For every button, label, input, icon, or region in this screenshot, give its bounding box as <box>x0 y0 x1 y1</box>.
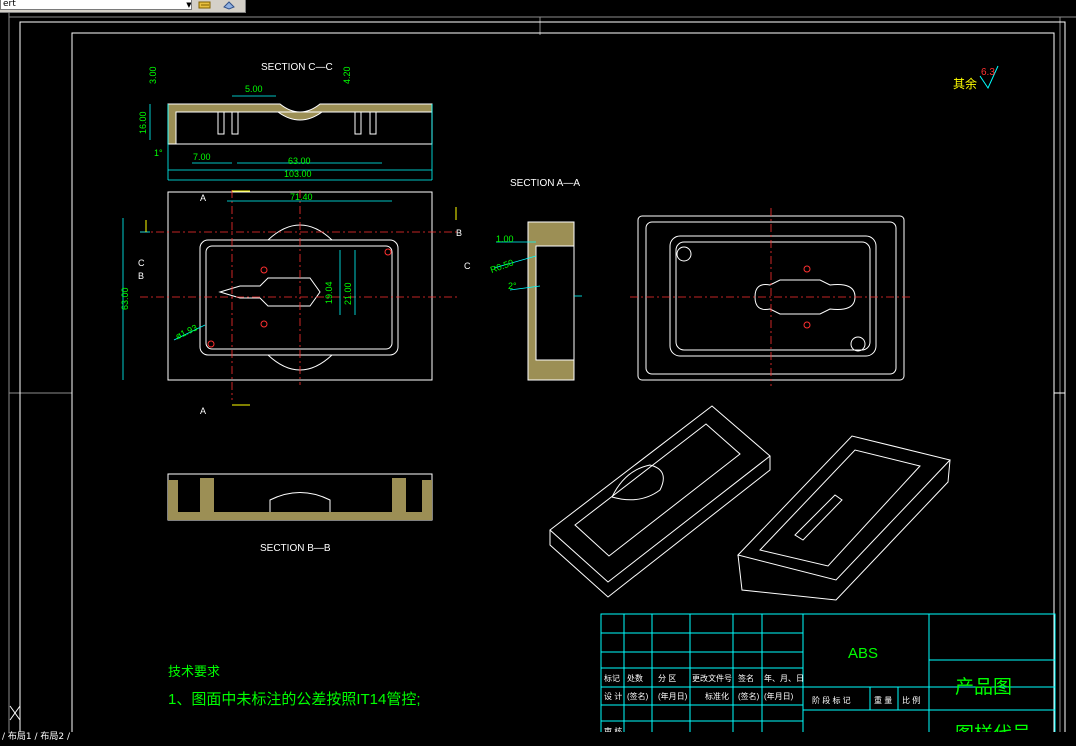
dim-1deg: 1° <box>154 148 163 158</box>
drawing-viewport[interactable]: SECTION C—C 3.00 5.00 4.20 16.00 7.00 63… <box>0 12 1076 746</box>
tb-design-col-4: 标准化 <box>705 691 729 701</box>
dim-1-00: 1.00 <box>496 234 514 244</box>
tb-mark-col-6: 年、月、日 <box>764 673 804 683</box>
dim-3-00: 3.00 <box>148 66 158 84</box>
dim-63-00: 63.00 <box>288 156 311 166</box>
plan-view: 71.40 63.00 19.04 21.00 ø1.93 A A C B B … <box>120 190 471 416</box>
layer-dropdown[interactable]: ert ▼ <box>0 0 192 10</box>
dim-4-20: 4.20 <box>342 66 352 84</box>
tb-design-col-2: (签名) <box>627 691 649 701</box>
tb-mark-col-5: 签名 <box>738 673 754 683</box>
top-view-right <box>630 208 912 386</box>
cut-label-b-left: B <box>138 271 144 281</box>
layout-tabs-text: / 布局1 / 布局2 / <box>2 732 70 742</box>
dim-dia-1-93: ø1.93 <box>174 323 199 342</box>
section-cc-title: SECTION C—C <box>261 62 333 73</box>
drawing-border <box>19 21 1066 746</box>
tb-mark-col-4: 更改文件号 <box>692 673 732 683</box>
tb-design-col-5: (签名) <box>738 691 760 701</box>
section-bb-title: SECTION B—B <box>260 543 331 554</box>
dim-2deg: 2° <box>508 281 517 291</box>
dim-19-04: 19.04 <box>324 281 334 304</box>
tb-weight-label: 重 量 <box>874 695 892 705</box>
cut-label-c-right: C <box>464 261 471 271</box>
section-bb-view: SECTION B—B <box>167 473 433 554</box>
layer-dropdown-value: ert <box>3 0 16 9</box>
drawing-type-label: 产品图 <box>955 676 1012 698</box>
dim-7-00: 7.00 <box>193 152 211 162</box>
tech-req-item: 1、图面中未标注的公差按照IT14管控; <box>168 691 421 708</box>
cut-label-c-left: C <box>138 258 145 268</box>
tb-mark-col-3: 分 区 <box>658 674 676 683</box>
dim-71-40: 71.40 <box>290 192 313 202</box>
technical-requirements: 技术要求 1、图面中未标注的公差按照IT14管控; <box>168 664 421 708</box>
layer-states-icon[interactable] <box>198 0 212 10</box>
title-block: ABS 产品图 图样代号 标记 处数 分 区 更改文件号 签名 年、月、日 设 … <box>600 613 1056 745</box>
dim-5-00: 5.00 <box>245 84 263 94</box>
cut-label-b-right: B <box>456 228 462 238</box>
cut-label-a-top: A <box>200 193 206 203</box>
dim-r0-50: R0.50 <box>489 257 515 275</box>
tb-scale-label: 比 例 <box>902 695 920 705</box>
drawing-canvas: SECTION C—C 3.00 5.00 4.20 16.00 7.00 63… <box>8 12 1076 746</box>
dim-63-00-vertical: 63.00 <box>120 287 130 310</box>
tb-mark-col-2: 处数 <box>627 673 643 683</box>
roughness-value: 6.3 <box>981 67 995 78</box>
roughness-prefix: 其余 <box>953 76 977 91</box>
dim-16-00: 16.00 <box>138 111 148 134</box>
tech-req-title: 技术要求 <box>168 664 220 679</box>
tb-stage-label: 阶 段 标 记 <box>812 695 851 705</box>
tb-design-col-1: 设 计 <box>604 691 622 701</box>
section-cc-view: SECTION C—C 3.00 5.00 4.20 16.00 7.00 63… <box>138 62 433 181</box>
layout-tabs-bar[interactable]: / 布局1 / 布局2 / <box>0 732 1076 742</box>
chevron-down-icon[interactable]: ▼ <box>185 0 191 9</box>
material-label: ABS <box>848 645 878 662</box>
dim-103-00: 103.00 <box>284 169 312 179</box>
section-aa-view: SECTION A—A 1.00 R0.50 2° <box>489 178 582 381</box>
tb-design-col-3: (年月日) <box>658 691 688 701</box>
ucs-icon <box>9 705 21 721</box>
section-aa-title: SECTION A—A <box>510 178 580 189</box>
isometric-view-1 <box>549 405 771 598</box>
tb-mark-col-1: 标记 <box>604 673 620 683</box>
layer-properties-icon[interactable] <box>222 0 236 10</box>
tb-design-col-6: (年月日) <box>764 691 794 701</box>
dim-21-00: 21.00 <box>343 282 353 305</box>
cut-label-a-bottom: A <box>200 406 206 416</box>
roughness-symbol: 其余 6.3 <box>953 65 999 91</box>
